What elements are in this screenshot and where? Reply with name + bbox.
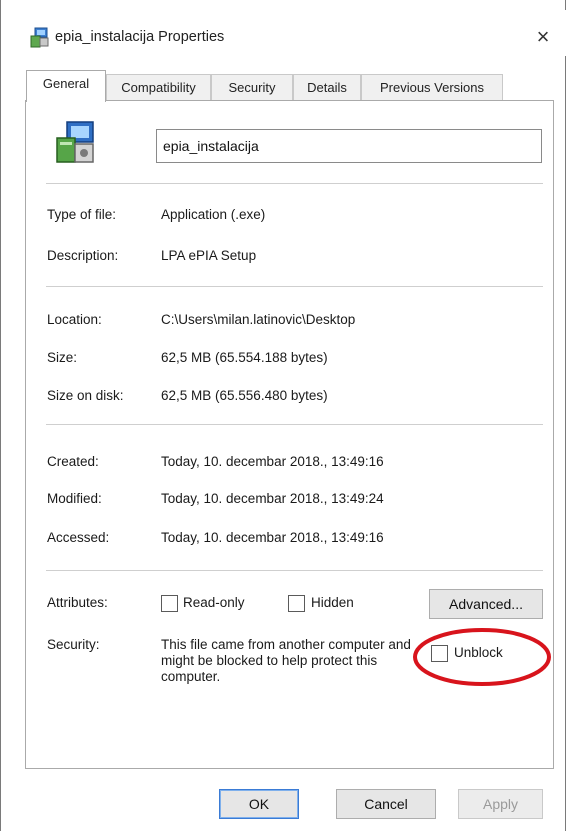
modified-label: Modified: [47, 491, 102, 506]
size-on-disk-label: Size on disk: [47, 388, 124, 403]
description-label: Description: [47, 248, 119, 263]
tab-compatibility[interactable]: Compatibility [106, 74, 211, 100]
divider [46, 570, 543, 571]
accessed-value: Today, 10. decembar 2018., 13:49:16 [161, 530, 384, 545]
type-of-file-value: Application (.exe) [161, 207, 266, 222]
created-value: Today, 10. decembar 2018., 13:49:16 [161, 454, 384, 469]
file-name-field[interactable] [156, 129, 542, 163]
tab-security[interactable]: Security [211, 74, 293, 100]
divider [46, 424, 543, 425]
properties-window: epia_instalacija Properties × General Co… [0, 0, 567, 831]
apply-button[interactable]: Apply [458, 789, 543, 819]
size-label: Size: [47, 350, 78, 365]
size-value: 62,5 MB (65.554.188 bytes) [161, 350, 328, 365]
accessed-label: Accessed: [47, 530, 110, 545]
read-only-checkbox[interactable] [161, 595, 178, 612]
hidden-label[interactable]: Hidden [311, 595, 354, 610]
attributes-label: Attributes: [47, 595, 108, 610]
description-value: LPA ePIA Setup [161, 248, 257, 263]
read-only-label[interactable]: Read-only [183, 595, 245, 610]
modified-value: Today, 10. decembar 2018., 13:49:24 [161, 491, 384, 506]
hidden-checkbox[interactable] [288, 595, 305, 612]
ok-button[interactable]: OK [219, 789, 299, 819]
tab-general[interactable]: General [26, 70, 106, 102]
tab-previous-versions[interactable]: Previous Versions [361, 74, 503, 100]
created-label: Created: [47, 454, 99, 469]
close-icon[interactable]: × [529, 25, 557, 51]
location-label: Location: [47, 312, 102, 327]
setup-exe-icon [30, 27, 49, 48]
divider [46, 286, 543, 287]
red-highlight-circle [413, 628, 551, 686]
setup-exe-icon [56, 121, 94, 163]
title-bar[interactable]: epia_instalacija Properties × [1, 10, 567, 56]
advanced-button[interactable]: Advanced... [429, 589, 543, 619]
security-label: Security: [47, 637, 100, 652]
location-value: C:\Users\milan.latinovic\Desktop [161, 312, 356, 327]
divider [46, 183, 543, 184]
security-warning-text: This file came from another computer and… [161, 637, 411, 684]
type-of-file-label: Type of file: [47, 207, 117, 222]
size-on-disk-value: 62,5 MB (65.556.480 bytes) [161, 388, 328, 403]
cancel-button[interactable]: Cancel [336, 789, 436, 819]
window-title: epia_instalacija Properties [55, 29, 225, 45]
tab-details[interactable]: Details [293, 74, 361, 100]
